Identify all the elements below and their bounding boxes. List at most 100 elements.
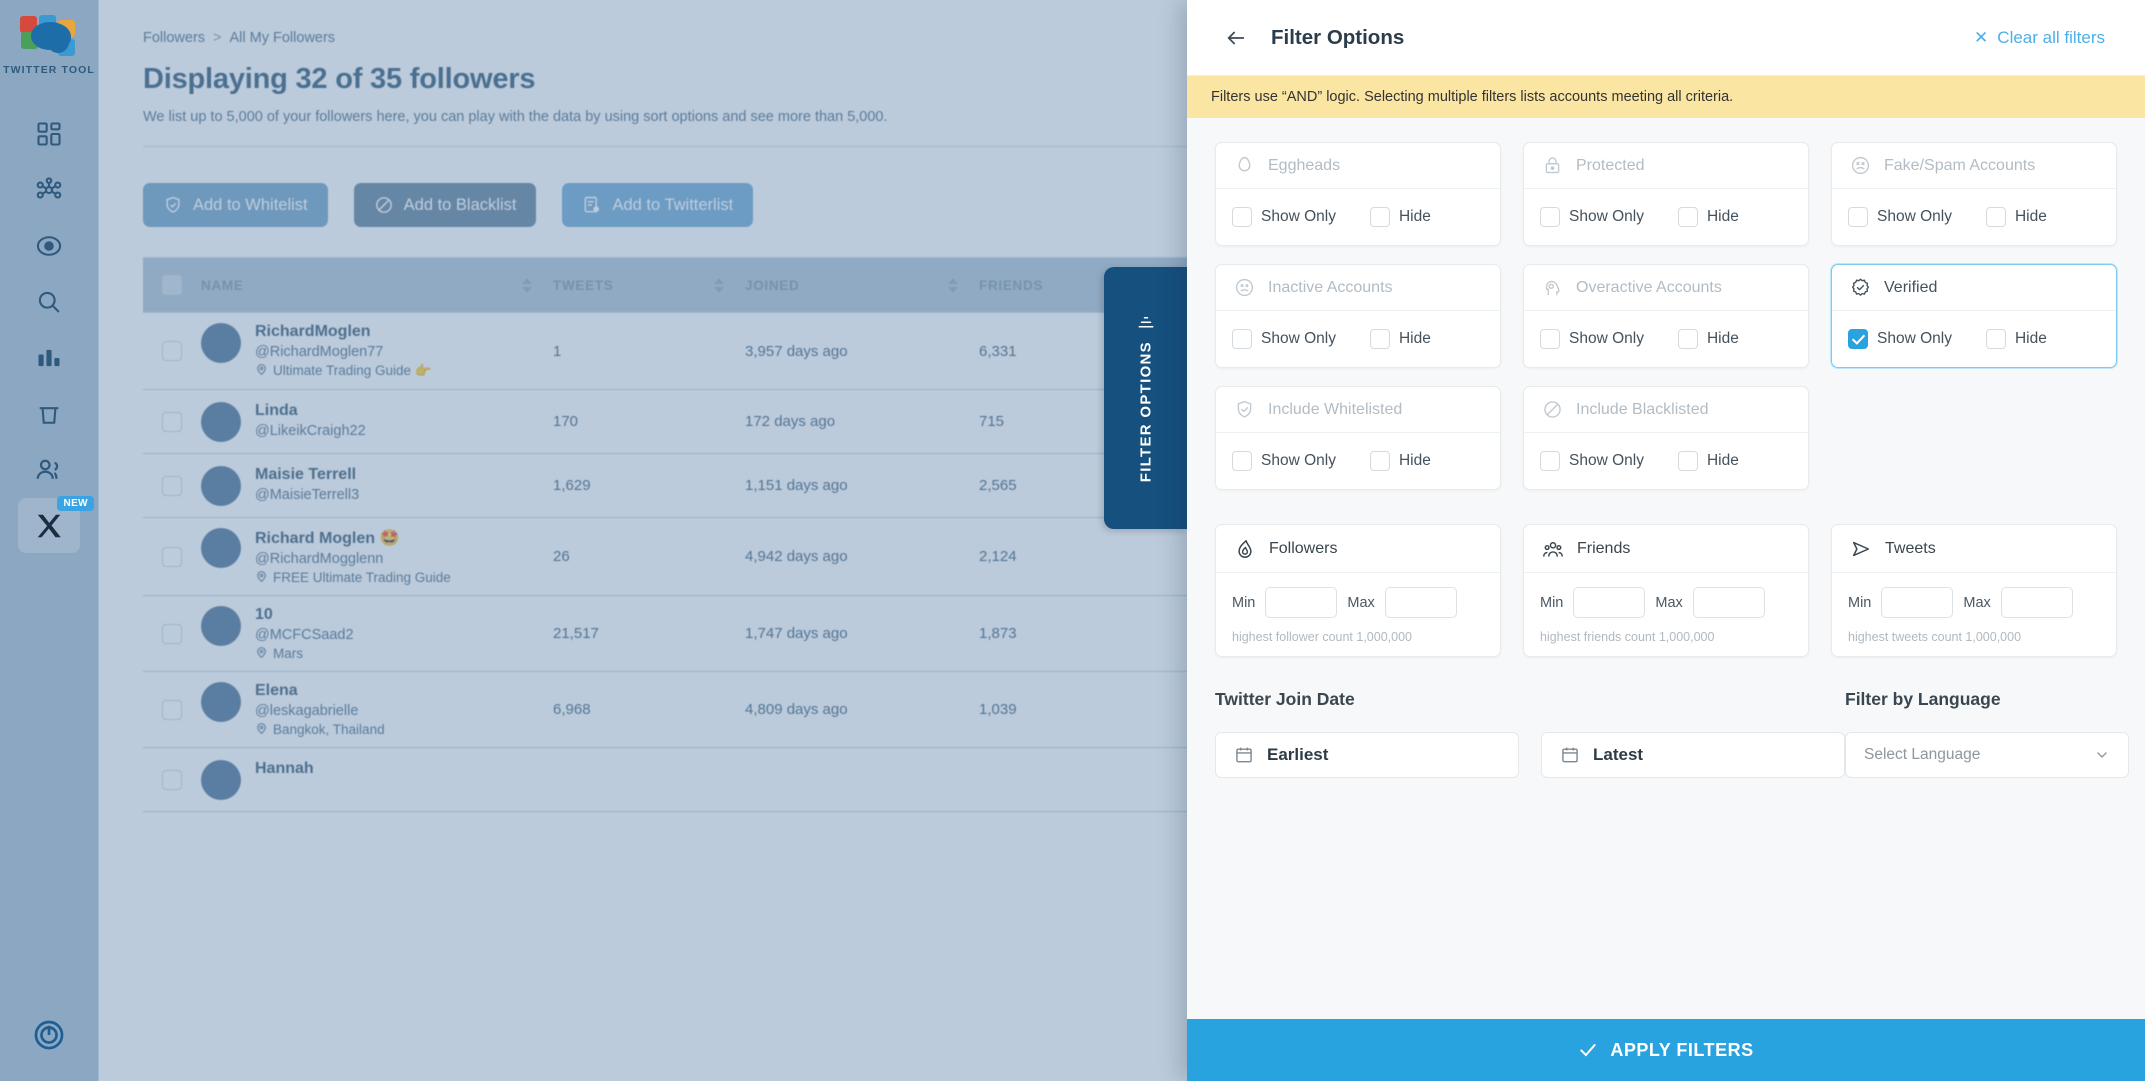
sidebar-item-x[interactable]: NEW: [18, 496, 94, 553]
clear-all-filters-button[interactable]: ✕ Clear all filters: [1974, 28, 2105, 48]
hide-checkbox[interactable]: [1369, 329, 1390, 349]
filter-card[interactable]: Eggheads Show Only Hide: [1215, 142, 1501, 246]
show-only-checkbox[interactable]: [1232, 207, 1252, 227]
hide-option[interactable]: Hide: [1677, 329, 1739, 349]
sort-name-icon[interactable]: [522, 277, 532, 293]
filter-card[interactable]: Protected Show Only Hide: [1523, 142, 1809, 246]
hide-checkbox[interactable]: [1985, 207, 2006, 227]
earliest-date-picker[interactable]: Earliest: [1215, 732, 1519, 778]
row-handle[interactable]: @LikeikCraigh22: [255, 423, 366, 439]
filter-card[interactable]: Overactive Accounts Show Only Hide: [1523, 264, 1809, 368]
row-select-checkbox[interactable]: [162, 699, 182, 720]
filter-card[interactable]: Include Whitelisted Show Only Hide: [1215, 386, 1501, 490]
filter-card-header: Include Blacklisted: [1524, 387, 1808, 433]
target-icon: [36, 235, 62, 256]
sidebar-item-followers[interactable]: [18, 442, 80, 497]
hide-option[interactable]: Hide: [1369, 329, 1431, 349]
row-handle[interactable]: @RichardMoglen77: [255, 344, 432, 360]
column-header-joined[interactable]: JOINED: [745, 278, 927, 293]
breadcrumb-current[interactable]: All My Followers: [230, 30, 336, 46]
row-handle[interactable]: @leskagabrielle: [255, 703, 385, 719]
show-only-option[interactable]: Show Only: [1232, 329, 1336, 349]
select-all-checkbox[interactable]: [162, 275, 182, 295]
show-only-checkbox[interactable]: [1540, 207, 1560, 227]
row-tweets: 21,517: [553, 625, 599, 642]
row-select-checkbox[interactable]: [162, 769, 182, 790]
hide-option[interactable]: Hide: [1985, 329, 2047, 349]
hide-option[interactable]: Hide: [1677, 207, 1739, 227]
min-input[interactable]: [1573, 587, 1646, 618]
show-only-option[interactable]: Show Only: [1848, 329, 1952, 349]
filter-card[interactable]: Fake/Spam Accounts Show Only Hide: [1831, 142, 2117, 246]
column-header-friends[interactable]: FRIENDS: [979, 278, 1099, 293]
show-only-option[interactable]: Show Only: [1232, 451, 1336, 471]
row-select-checkbox[interactable]: [162, 341, 182, 361]
shield-check-icon: [166, 196, 180, 213]
show-only-checkbox[interactable]: [1540, 451, 1560, 471]
filter-card-header: Eggheads: [1216, 143, 1500, 189]
show-only-checkbox[interactable]: [1540, 329, 1560, 349]
sidebar-item-network[interactable]: [18, 162, 80, 217]
show-only-checkbox[interactable]: [1232, 451, 1252, 471]
hide-checkbox[interactable]: [1677, 451, 1698, 471]
x-logo-icon: [37, 514, 61, 537]
row-handle[interactable]: @MaisieTerrell3: [255, 487, 359, 503]
row-handle[interactable]: @RichardMogglenn: [255, 551, 451, 567]
hide-option[interactable]: Hide: [1369, 207, 1431, 227]
show-only-option[interactable]: Show Only: [1540, 329, 1644, 349]
filter-card[interactable]: Inactive Accounts Show Only Hide: [1215, 264, 1501, 368]
hide-option[interactable]: Hide: [1677, 451, 1739, 471]
sidebar-item-search[interactable]: [18, 274, 80, 329]
hide-checkbox[interactable]: [1369, 451, 1390, 471]
sidebar-item-analytics[interactable]: [18, 330, 80, 385]
show-only-checkbox[interactable]: [1848, 329, 1868, 349]
sort-joined-icon[interactable]: [948, 277, 958, 293]
power-button[interactable]: [32, 1018, 66, 1057]
users-icon: [36, 459, 59, 479]
add-to-blacklist-button[interactable]: Add to Blacklist: [353, 183, 537, 227]
hide-label: Hide: [1398, 208, 1431, 225]
max-input[interactable]: [1384, 587, 1457, 618]
hide-checkbox[interactable]: [1677, 207, 1698, 227]
latest-date-picker[interactable]: Latest: [1541, 732, 1845, 778]
hide-checkbox[interactable]: [1677, 329, 1698, 349]
row-select-checkbox[interactable]: [162, 546, 182, 567]
column-header-tweets[interactable]: TWEETS: [553, 278, 693, 293]
add-to-whitelist-button[interactable]: Add to Whitelist: [143, 183, 328, 227]
min-input[interactable]: [1265, 587, 1338, 618]
hide-option[interactable]: Hide: [1369, 451, 1431, 471]
column-header-name[interactable]: NAME: [201, 278, 501, 293]
row-select-checkbox[interactable]: [162, 411, 182, 432]
min-input[interactable]: [1881, 587, 1954, 618]
sidebar-item-target[interactable]: [18, 218, 80, 273]
app-logo[interactable]: TWITTER TOOL: [3, 15, 95, 76]
breadcrumb-root[interactable]: Followers: [143, 30, 205, 46]
show-only-checkbox[interactable]: [1848, 207, 1868, 227]
show-only-option[interactable]: Show Only: [1848, 207, 1952, 227]
row-select-checkbox[interactable]: [162, 475, 182, 496]
sort-tweets-icon[interactable]: [714, 277, 724, 293]
show-only-option[interactable]: Show Only: [1540, 207, 1644, 227]
show-only-checkbox[interactable]: [1232, 329, 1252, 349]
hide-option[interactable]: Hide: [1985, 207, 2047, 227]
bar-chart-icon: [38, 349, 60, 366]
show-only-option[interactable]: Show Only: [1232, 207, 1336, 227]
row-select-checkbox[interactable]: [162, 623, 182, 644]
apply-filters-button[interactable]: APPLY FILTERS: [1187, 1019, 2145, 1081]
hide-checkbox[interactable]: [1369, 207, 1390, 227]
max-input[interactable]: [2000, 587, 2073, 618]
add-to-twitterlist-button[interactable]: Add to Twitterlist: [562, 183, 754, 227]
filter-card[interactable]: Verified Show Only Hide: [1831, 264, 2117, 368]
language-select[interactable]: Select Language: [1845, 732, 2129, 778]
sidebar-item-dashboard[interactable]: [18, 106, 80, 161]
max-input[interactable]: [1692, 587, 1765, 618]
filter-card[interactable]: Include Blacklisted Show Only Hide: [1523, 386, 1809, 490]
hide-checkbox[interactable]: [1985, 329, 2006, 349]
sidebar-item-trash[interactable]: [18, 386, 80, 441]
row-display-name: Hannah: [255, 759, 314, 777]
row-handle[interactable]: @MCFCSaad2: [255, 627, 354, 643]
show-only-option[interactable]: Show Only: [1540, 451, 1644, 471]
filter-options-tab-label: FILTER OPTIONS: [1137, 341, 1155, 483]
filter-options-tab[interactable]: FILTER OPTIONS: [1104, 267, 1188, 529]
arrow-left-icon[interactable]: [1223, 27, 1249, 49]
